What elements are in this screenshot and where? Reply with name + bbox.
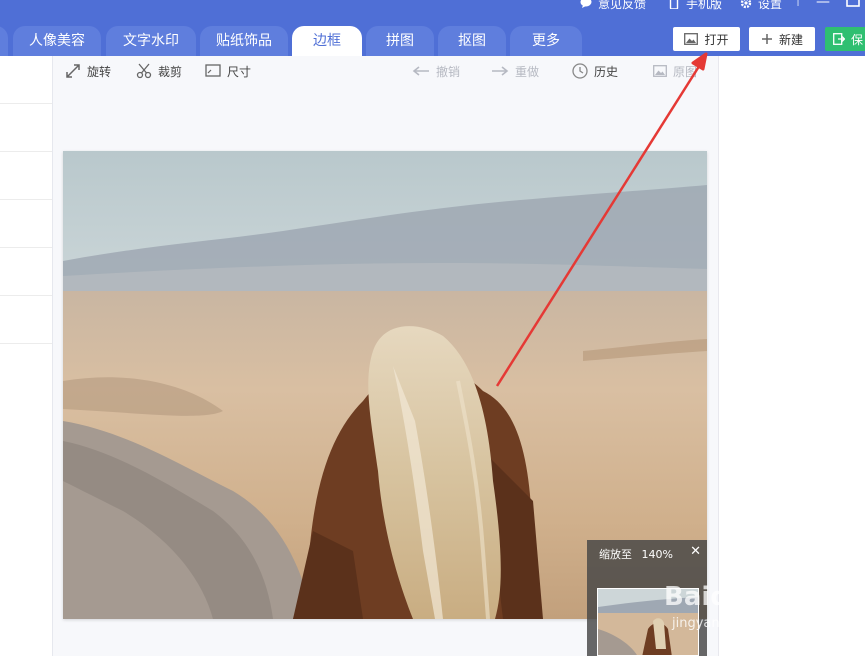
image-icon — [684, 33, 699, 45]
left-panel-row[interactable] — [0, 200, 52, 248]
rotate-label: 旋转 — [87, 64, 112, 79]
crop-tool[interactable]: 裁剪 — [136, 62, 182, 80]
tab-partial[interactable] — [0, 26, 8, 56]
gear-icon — [740, 0, 752, 9]
feedback-link[interactable]: 意见反馈 — [580, 0, 646, 12]
tab-collage[interactable]: 拼图 — [366, 26, 434, 56]
rotate-tool[interactable]: 旋转 — [65, 62, 111, 80]
history-tool[interactable]: 历史 — [572, 62, 618, 80]
top-strip: 意见反馈 手机版 设置 | — — [0, 0, 865, 12]
image-icon — [653, 65, 667, 77]
chat-bubble-icon — [580, 0, 592, 8]
history-label: 历史 — [594, 64, 619, 79]
new-label: 新建 — [778, 32, 803, 47]
crop-label: 裁剪 — [158, 64, 183, 79]
export-icon — [833, 33, 845, 45]
settings-link[interactable]: 设置 — [740, 0, 782, 12]
left-panel-row[interactable] — [0, 104, 52, 152]
mobile-version-link[interactable]: 手机版 — [668, 0, 722, 12]
baidu-watermark: Baidu经验 jingyan.baidu.com — [664, 576, 834, 636]
undo-label: 撤销 — [436, 64, 461, 79]
zoom-readout: 缩放至 140% — [599, 546, 673, 562]
new-button[interactable]: 新建 — [749, 27, 815, 51]
tab-frame[interactable]: 边框 — [292, 26, 362, 56]
undo-tool[interactable]: 撤销 — [412, 62, 460, 80]
redo-label: 重做 — [515, 64, 540, 79]
tab-stickers[interactable]: 贴纸饰品 — [200, 26, 288, 56]
main-tabs: 人像美容 文字水印 贴纸饰品 边框 拼图 抠图 更多 — [0, 26, 660, 56]
app-window: 意见反馈 手机版 设置 | — 人像美容 文字水印 贴纸饰品 边框 拼图 抠图 — [0, 0, 865, 656]
settings-label: 设置 — [758, 0, 783, 11]
title-divider: | — [796, 0, 800, 6]
plus-icon — [761, 34, 772, 44]
rotate-icon — [66, 64, 80, 78]
title-bar: 意见反馈 手机版 设置 | — 人像美容 文字水印 贴纸饰品 边框 拼图 抠图 — [0, 0, 865, 56]
right-panel — [718, 56, 865, 656]
edit-toolbar: 旋转 裁剪 尺寸 撤销 重做 历史 原图 — [53, 56, 718, 88]
close-icon[interactable]: ✕ — [690, 544, 701, 559]
phone-icon — [669, 0, 679, 9]
zoom-value: 140% — [641, 548, 673, 561]
undo-arrow-icon — [412, 66, 429, 76]
size-tool[interactable]: 尺寸 — [205, 62, 251, 80]
left-panel — [0, 56, 53, 656]
original-tool[interactable]: 原图 — [653, 62, 697, 80]
left-panel-row[interactable] — [0, 248, 52, 296]
left-panel-row[interactable] — [0, 56, 52, 104]
tab-text-watermark[interactable]: 文字水印 — [106, 26, 196, 56]
resize-icon — [205, 64, 221, 77]
clock-icon — [572, 63, 588, 79]
size-label: 尺寸 — [227, 64, 252, 79]
tab-more[interactable]: 更多 — [510, 26, 582, 56]
left-panel-row[interactable] — [0, 296, 52, 344]
watermark-brand: Baidu经验 — [664, 582, 800, 612]
redo-arrow-icon — [492, 66, 509, 76]
scissors-icon — [136, 63, 152, 79]
feedback-label: 意见反馈 — [598, 0, 647, 11]
open-label: 打开 — [704, 32, 729, 47]
original-label: 原图 — [673, 64, 698, 79]
save-label: 保 — [851, 32, 864, 47]
maximize-icon[interactable] — [846, 0, 860, 12]
tab-cutout[interactable]: 抠图 — [438, 26, 506, 56]
tab-portrait[interactable]: 人像美容 — [13, 26, 101, 56]
mobile-label: 手机版 — [686, 0, 723, 11]
redo-tool[interactable]: 重做 — [491, 62, 539, 80]
left-panel-row[interactable] — [0, 152, 52, 200]
save-button[interactable]: 保 — [825, 27, 865, 51]
open-button[interactable]: 打开 — [673, 27, 740, 51]
watermark-url: jingyan.baidu.com — [672, 616, 792, 631]
zoom-label: 缩放至 — [599, 548, 632, 561]
minimize-icon[interactable]: — — [816, 0, 830, 10]
